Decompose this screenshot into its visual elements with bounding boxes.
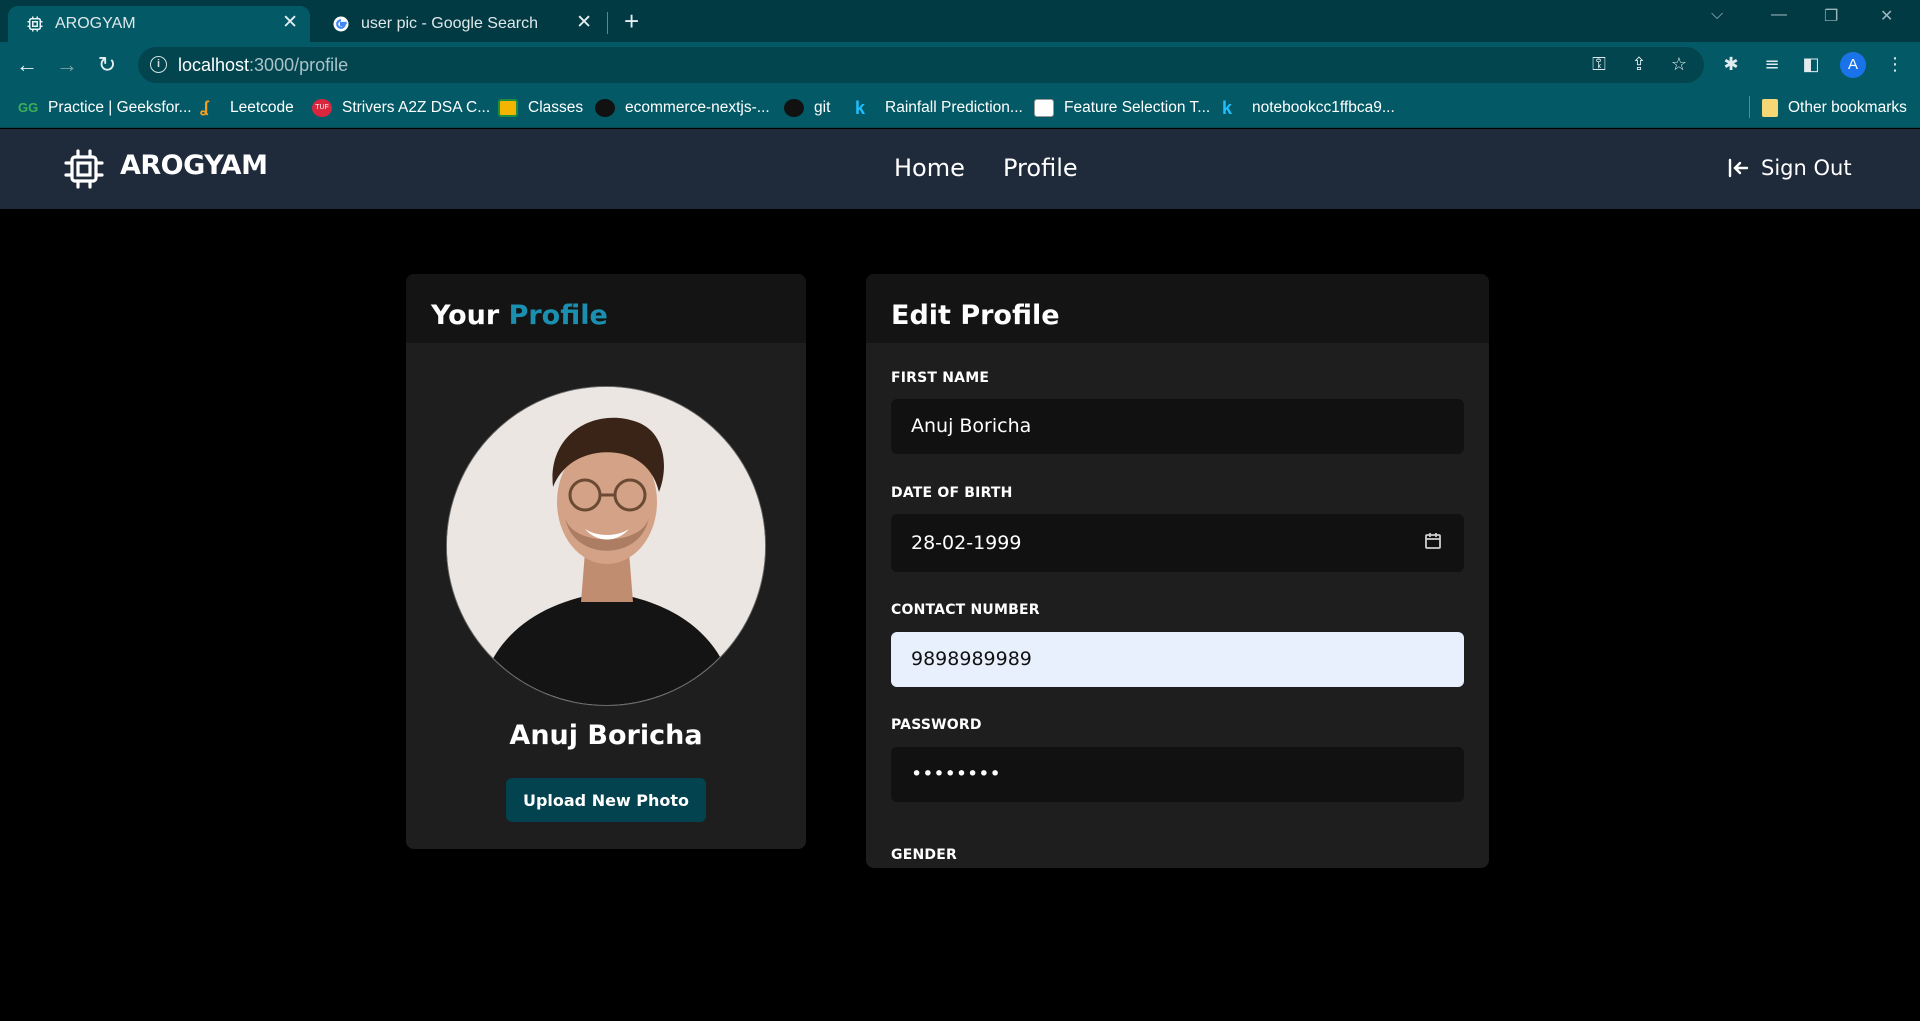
nav-profile-link[interactable]: Profile bbox=[1003, 154, 1078, 182]
bookmark-label: Leetcode bbox=[230, 99, 294, 116]
contact-label: CONTACT NUMBER bbox=[891, 602, 1040, 618]
password-input[interactable]: •••••••• bbox=[891, 747, 1464, 802]
tab-title: AROGYAM bbox=[55, 15, 136, 32]
tab-arogyam[interactable]: AROGYAM ✕ bbox=[8, 6, 310, 42]
tuf-icon: TUF bbox=[312, 99, 332, 117]
chart-icon bbox=[1034, 99, 1054, 117]
geeksforgeeks-icon: GG bbox=[18, 100, 39, 115]
chip-logo-icon[interactable] bbox=[64, 149, 104, 189]
person-portrait-icon bbox=[447, 387, 765, 705]
back-arrow-icon[interactable]: ← bbox=[12, 50, 42, 80]
site-info-icon[interactable]: i bbox=[150, 56, 167, 73]
first-name-label: FIRST NAME bbox=[891, 370, 990, 386]
tab-divider bbox=[607, 12, 608, 34]
url-host: localhost bbox=[178, 55, 250, 75]
bookmark-label: git bbox=[814, 99, 831, 116]
new-tab-icon[interactable]: + bbox=[624, 7, 639, 35]
leetcode-icon: ʆ bbox=[200, 99, 209, 116]
browser-toolbar: ← → ↻ i localhost:3000/profile ⚿ ⇪ ☆ ✱ ≡… bbox=[0, 42, 1920, 88]
bookmark-label: Other bookmarks bbox=[1788, 99, 1907, 116]
edit-profile-title: Edit Profile bbox=[866, 274, 1489, 343]
browser-tab-strip: AROGYAM ✕ user pic - Google Search ✕ + ⌵… bbox=[0, 0, 1920, 42]
bookmark-item[interactable]: git bbox=[784, 97, 830, 119]
brand-name[interactable]: AROGYAM bbox=[120, 150, 268, 181]
bookmarks-divider bbox=[1749, 96, 1750, 118]
forward-arrow-icon[interactable]: → bbox=[52, 50, 82, 80]
reading-list-icon[interactable]: ≡ bbox=[1761, 54, 1783, 76]
bookmark-item[interactable]: k Rainfall Prediction... bbox=[855, 97, 1023, 119]
profile-photo bbox=[446, 386, 766, 706]
close-icon[interactable]: ✕ bbox=[576, 13, 592, 33]
contact-number-input[interactable]: 9898989989 bbox=[891, 632, 1464, 687]
sign-out-icon bbox=[1728, 158, 1749, 178]
sign-out-label: Sign Out bbox=[1761, 156, 1852, 180]
chip-icon bbox=[27, 16, 43, 32]
bookmark-item[interactable]: GG Practice | Geeksfor... bbox=[18, 97, 192, 119]
tab-google-search[interactable]: user pic - Google Search ✕ bbox=[314, 6, 604, 42]
url-text[interactable]: localhost:3000/profile bbox=[178, 55, 348, 76]
folder-icon bbox=[1762, 99, 1778, 117]
bookmark-label: ecommerce-nextjs-... bbox=[625, 99, 770, 116]
side-panel-icon[interactable]: ◧ bbox=[1800, 54, 1822, 76]
extensions-puzzle-icon[interactable]: ✱ bbox=[1720, 54, 1742, 76]
bookmark-item[interactable]: Classes bbox=[498, 97, 583, 119]
address-bar[interactable]: i localhost:3000/profile ⚿ ⇪ ☆ bbox=[138, 47, 1704, 83]
bookmark-item[interactable]: TUF Strivers A2Z DSA C... bbox=[312, 97, 490, 119]
profile-name: Anuj Boricha bbox=[509, 720, 703, 751]
share-icon[interactable]: ⇪ bbox=[1628, 54, 1650, 76]
bookmark-item[interactable]: ʆ Leetcode bbox=[200, 97, 294, 119]
tab-title: user pic - Google Search bbox=[361, 15, 538, 32]
tab-search-chevron-icon[interactable]: ⌵ bbox=[1711, 6, 1723, 24]
password-label: PASSWORD bbox=[891, 717, 982, 733]
bookmark-item[interactable]: ecommerce-nextjs-... bbox=[595, 97, 770, 119]
github-icon bbox=[784, 99, 804, 117]
title-accent: Profile bbox=[508, 300, 608, 331]
profile-card-title: Your Profile bbox=[406, 274, 806, 343]
bookmark-item[interactable]: Feature Selection T... bbox=[1034, 97, 1210, 119]
bookmark-label: notebookcc1ffbca9... bbox=[1252, 99, 1395, 116]
google-classroom-icon bbox=[498, 99, 518, 117]
kaggle-icon: k bbox=[855, 98, 866, 118]
bookmark-label: Practice | Geeksfor... bbox=[48, 99, 192, 116]
key-icon[interactable]: ⚿ bbox=[1588, 54, 1610, 76]
url-path: :3000/profile bbox=[249, 55, 349, 75]
bookmark-label: Classes bbox=[528, 99, 584, 116]
close-icon[interactable]: ✕ bbox=[282, 13, 298, 33]
other-bookmarks[interactable]: Other bookmarks bbox=[1762, 97, 1907, 119]
google-icon bbox=[333, 16, 349, 32]
bookmarks-bar: GG Practice | Geeksfor... ʆ Leetcode TUF… bbox=[0, 88, 1920, 128]
nav-home-link[interactable]: Home bbox=[894, 154, 965, 182]
more-menu-icon[interactable]: ⋮ bbox=[1884, 54, 1906, 76]
gender-label: GENDER bbox=[891, 847, 957, 863]
star-bookmark-icon[interactable]: ☆ bbox=[1668, 54, 1690, 76]
sign-out-button[interactable]: Sign Out bbox=[1727, 156, 1852, 180]
avatar[interactable]: A bbox=[1840, 52, 1866, 78]
github-icon bbox=[595, 99, 615, 117]
restore-icon[interactable]: ❐ bbox=[1824, 6, 1838, 26]
reload-icon[interactable]: ↻ bbox=[92, 50, 122, 80]
dob-label: DATE OF BIRTH bbox=[891, 485, 1013, 501]
calendar-icon[interactable] bbox=[1424, 532, 1442, 550]
edit-profile-card: Edit Profile FIRST NAME Anuj Boricha DAT… bbox=[866, 274, 1489, 868]
app-navbar: AROGYAM Home Profile Sign Out bbox=[0, 129, 1920, 209]
profile-card: Your Profile Anuj Boricha Upload New Pho… bbox=[406, 274, 806, 849]
dob-input[interactable]: 28-02-1999 bbox=[891, 514, 1464, 572]
bookmark-label: Feature Selection T... bbox=[1064, 99, 1211, 116]
upload-new-photo-button[interactable]: Upload New Photo bbox=[506, 778, 706, 822]
window-close-icon[interactable]: ✕ bbox=[1880, 6, 1893, 26]
bookmark-item[interactable]: k notebookcc1ffbca9... bbox=[1222, 97, 1395, 119]
dob-value: 28-02-1999 bbox=[911, 532, 1022, 554]
minimize-icon[interactable]: — bbox=[1771, 6, 1787, 24]
kaggle-icon: k bbox=[1222, 98, 1233, 118]
bookmark-label: Strivers A2Z DSA C... bbox=[342, 99, 491, 116]
bookmark-label: Rainfall Prediction... bbox=[885, 99, 1023, 116]
first-name-input[interactable]: Anuj Boricha bbox=[891, 399, 1464, 454]
title-prefix: Your bbox=[431, 300, 500, 331]
